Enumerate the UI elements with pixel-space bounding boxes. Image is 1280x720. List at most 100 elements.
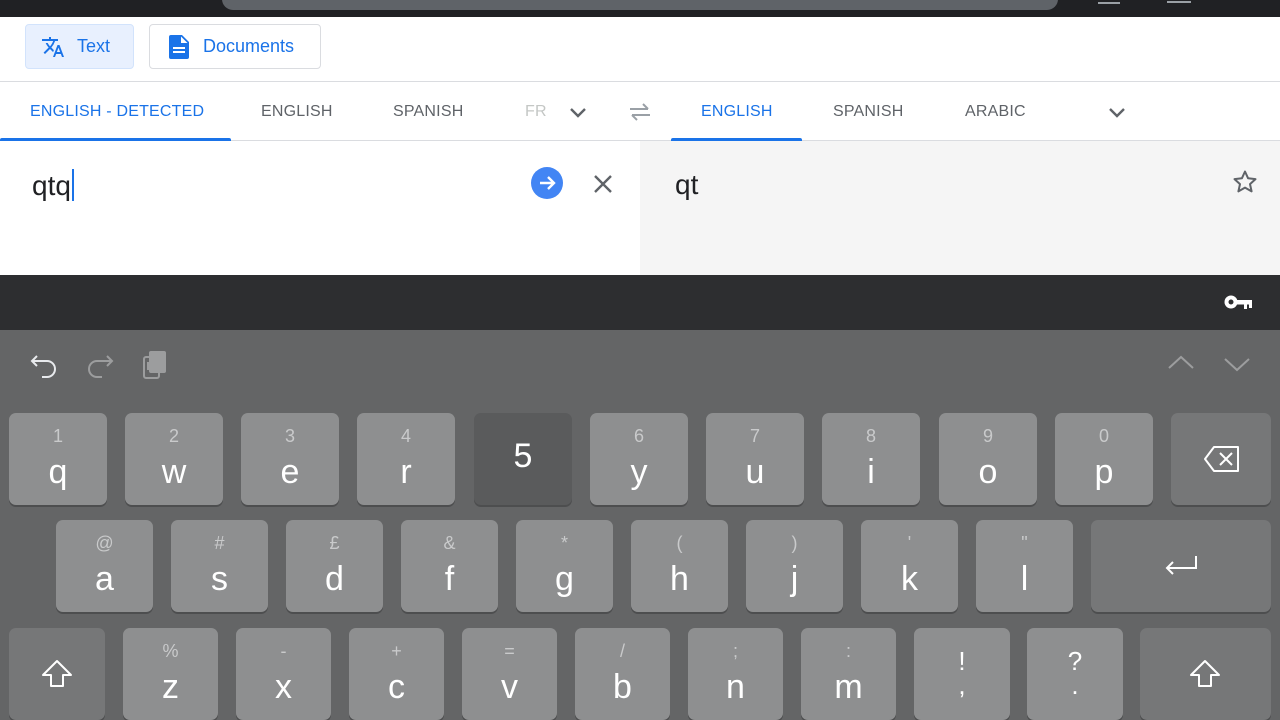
key-hint: " <box>1021 533 1028 553</box>
key-c[interactable]: + c <box>349 628 444 720</box>
text-caret <box>71 169 74 201</box>
key-z[interactable]: % z <box>123 628 218 720</box>
key-v[interactable]: = v <box>462 628 557 720</box>
key-label: d <box>325 560 344 598</box>
key-hint: - <box>280 641 287 661</box>
source-lang-french[interactable]: FR <box>525 82 547 141</box>
documents-mode-button[interactable]: Documents <box>149 24 321 69</box>
key-label: n <box>726 668 745 706</box>
source-lang-detected[interactable]: ENGLISH - DETECTED <box>0 82 231 141</box>
text-mode-label: Text <box>77 36 111 56</box>
key-label: k <box>901 560 918 598</box>
shift-right-key[interactable] <box>1140 628 1271 720</box>
document-icon <box>167 34 191 59</box>
key-hint: : <box>845 641 851 661</box>
key-label: z <box>162 668 179 706</box>
on-screen-keyboard: 1q 2w 3e 4r 5 6y 7u 8i 9o 0p @ a # s £ d & f… <box>0 330 1280 720</box>
key-label: a <box>95 560 114 598</box>
undo-icon[interactable] <box>28 348 60 380</box>
source-lang-spanish[interactable]: SPANISH <box>393 82 463 141</box>
target-lang-more-chevron-down-icon[interactable] <box>1107 102 1127 122</box>
key-a[interactable]: @ a <box>56 520 153 612</box>
arrow-right-icon <box>540 176 556 190</box>
key-l[interactable]: " l <box>976 520 1073 612</box>
key-hint: = <box>504 641 515 661</box>
key-label: o <box>978 453 998 491</box>
key-label: s <box>211 560 228 598</box>
key-b[interactable]: / b <box>575 628 670 720</box>
swap-languages-icon[interactable] <box>628 102 652 122</box>
key-d[interactable]: £ d <box>286 520 383 612</box>
key-hint: 4 <box>400 426 411 446</box>
key-f[interactable]: & f <box>401 520 498 612</box>
target-lang-arabic[interactable]: ARABIC <box>965 82 1026 141</box>
key-x[interactable]: -x <box>236 628 331 720</box>
target-lang-spanish[interactable]: SPANISH <box>833 82 903 141</box>
redo-icon[interactable] <box>84 348 116 380</box>
key-y[interactable]: 6y <box>590 413 688 505</box>
key-r[interactable]: 4r <box>357 413 455 505</box>
key-label: q <box>48 453 68 491</box>
key-i[interactable]: 8i <box>822 413 920 505</box>
source-text-input[interactable]: qtq <box>32 169 74 202</box>
key-o[interactable]: 9o <box>939 413 1037 505</box>
previous-field-chevron-up-icon[interactable] <box>1165 348 1197 380</box>
key-e[interactable]: 3e <box>241 413 339 505</box>
menu-icon[interactable] <box>1167 0 1191 3</box>
key-label: u <box>745 453 765 491</box>
key-label: l <box>1020 560 1029 598</box>
key-n[interactable]: ; n <box>688 628 783 720</box>
key-exclaim-comma[interactable]: !, <box>914 628 1010 720</box>
text-mode-button[interactable]: Text <box>25 24 134 69</box>
key-k[interactable]: ' k <box>861 520 958 612</box>
key-p[interactable]: 0p <box>1055 413 1153 505</box>
key-question-period[interactable]: ?. <box>1027 628 1123 720</box>
key-hint: 9 <box>982 426 993 446</box>
source-lang-english[interactable]: ENGLISH <box>261 82 333 141</box>
key-m[interactable]: :m <box>801 628 896 720</box>
tab-switch-icon[interactable] <box>1098 0 1120 4</box>
translation-output-text: qt <box>675 169 699 200</box>
shift-left-key[interactable] <box>9 628 105 720</box>
target-lang-english[interactable]: ENGLISH <box>671 82 802 141</box>
key-label: b <box>613 668 632 706</box>
key-bottom-label: , <box>958 670 966 700</box>
address-bar[interactable] <box>222 0 1058 10</box>
password-key-icon[interactable] <box>1222 291 1254 313</box>
key-hint: 2 <box>168 426 179 446</box>
source-lang-more-chevron-down-icon[interactable] <box>568 102 588 122</box>
key-hint: / <box>619 641 625 661</box>
documents-mode-label: Documents <box>203 36 295 56</box>
key-label: v <box>501 668 518 706</box>
key-label: w <box>161 453 187 491</box>
translate-go-button[interactable] <box>531 167 563 199</box>
key-label: y <box>630 453 648 491</box>
key-w[interactable]: 2w <box>125 413 223 505</box>
key-label: r <box>400 453 412 491</box>
key-g[interactable]: * g <box>516 520 613 612</box>
clipboard-icon[interactable] <box>140 348 172 380</box>
backspace-icon <box>1204 446 1239 472</box>
clear-text-close-icon[interactable] <box>592 173 614 195</box>
key-hint: ' <box>907 533 912 553</box>
key-h[interactable]: (h <box>631 520 728 612</box>
key-hint: ) <box>791 533 798 553</box>
key-j[interactable]: ) j <box>746 520 843 612</box>
key-label: 5 <box>513 437 533 475</box>
key-u[interactable]: 7u <box>706 413 804 505</box>
return-icon <box>1165 556 1197 575</box>
key-label: m <box>834 668 863 706</box>
key-label: g <box>555 560 574 598</box>
backspace-key[interactable] <box>1171 413 1271 505</box>
key-hint: * <box>560 533 568 553</box>
key-s[interactable]: # s <box>171 520 268 612</box>
key-hint: @ <box>95 533 114 553</box>
key-5-pressed[interactable]: 5 <box>474 413 572 505</box>
language-bar: ENGLISH - DETECTED ENGLISH SPANISH FR EN… <box>0 82 1280 141</box>
key-hint: + <box>391 641 402 661</box>
key-label: c <box>388 668 405 706</box>
next-field-chevron-down-icon[interactable] <box>1221 348 1253 380</box>
save-translation-star-icon[interactable] <box>1232 169 1258 195</box>
enter-key[interactable] <box>1091 520 1271 612</box>
key-q[interactable]: 1q <box>9 413 107 505</box>
